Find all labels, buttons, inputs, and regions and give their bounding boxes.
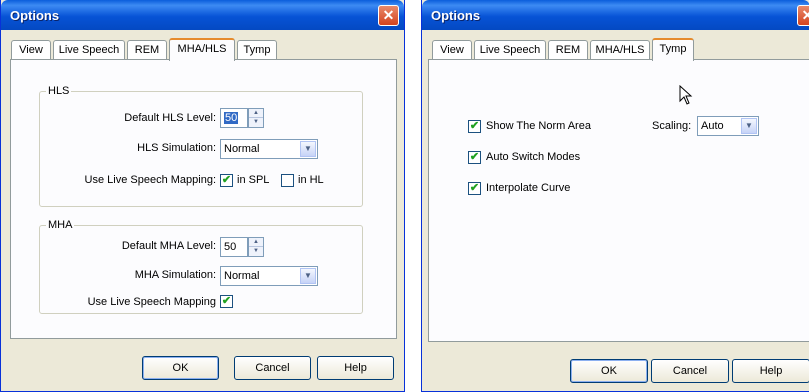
mha-simulation-label: MHA Simulation: [134, 269, 216, 281]
scaling-select[interactable]: Auto ▼ [697, 116, 759, 136]
window-title: Options [431, 8, 481, 23]
default-mha-level-input[interactable]: 50 [220, 237, 248, 257]
help-button[interactable]: Help [732, 359, 809, 383]
spin-up-icon[interactable]: ▲ [249, 238, 263, 247]
hls-live-speech-mapping-label: Use Live Speech Mapping: [84, 174, 216, 186]
in-hl-checkbox[interactable] [281, 174, 294, 187]
default-mha-level-spinner[interactable]: ▲ ▼ [248, 237, 264, 257]
check-icon: ✔ [469, 120, 480, 132]
hls-simulation-select[interactable]: Normal ▼ [220, 139, 318, 159]
close-button[interactable]: ✕ [378, 5, 399, 26]
close-icon: ✕ [801, 7, 809, 23]
default-mha-level-label: Default MHA Level: [121, 240, 216, 252]
close-icon: ✕ [382, 7, 395, 23]
cancel-button[interactable]: Cancel [234, 356, 311, 380]
dropdown-arrow-icon[interactable]: ▼ [300, 268, 316, 284]
auto-switch-modes-checkbox[interactable]: ✔ [468, 151, 481, 164]
hls-group-legend: HLS [46, 85, 72, 97]
default-hls-level-label: Default HLS Level: [124, 112, 216, 124]
default-hls-level-spinner[interactable]: ▲ ▼ [248, 108, 264, 128]
spin-down-icon[interactable]: ▼ [249, 247, 263, 256]
tab-view[interactable]: View [11, 40, 51, 60]
window-title: Options [10, 8, 60, 23]
hls-group: HLS Default HLS Level: 50 ▲ ▼ HLS Simula… [39, 85, 363, 207]
in-hl-label: in HL [298, 174, 324, 186]
tab-live-speech[interactable]: Live Speech [53, 40, 125, 60]
in-spl-label: in SPL [237, 174, 270, 186]
mha-group-legend: MHA [46, 219, 75, 231]
show-norm-area-checkbox[interactable]: ✔ [468, 120, 481, 133]
mha-simulation-select[interactable]: Normal ▼ [220, 266, 318, 286]
in-spl-checkbox[interactable]: ✔ [220, 174, 233, 187]
tab-tymp[interactable]: Tymp [652, 38, 694, 61]
tab-panel-mha-hls: HLS Default HLS Level: 50 ▲ ▼ HLS Simula… [10, 59, 397, 339]
check-icon: ✔ [221, 295, 232, 307]
interpolate-curve-checkbox[interactable]: ✔ [468, 182, 481, 195]
title-bar[interactable]: Options ✕ [1, 0, 404, 30]
mha-live-speech-mapping-checkbox[interactable]: ✔ [220, 295, 233, 308]
spin-down-icon[interactable]: ▼ [249, 118, 263, 127]
tab-live-speech[interactable]: Live Speech [474, 40, 546, 60]
ok-button[interactable]: OK [570, 359, 648, 383]
ok-button[interactable]: OK [142, 356, 219, 380]
cancel-button[interactable]: Cancel [651, 359, 729, 383]
scaling-label: Scaling: [652, 120, 692, 132]
title-bar[interactable]: Options ✕ [422, 0, 809, 30]
interpolate-curve-label: Interpolate Curve [486, 182, 571, 194]
check-icon: ✔ [221, 174, 232, 186]
help-button[interactable]: Help [317, 356, 394, 380]
tab-tymp[interactable]: Tymp [237, 40, 277, 60]
mha-group: MHA Default MHA Level: 50 ▲ ▼ MHA Simula… [39, 219, 363, 314]
tab-mha-hls[interactable]: MHA/HLS [590, 40, 650, 60]
check-icon: ✔ [469, 151, 480, 163]
hls-simulation-label: HLS Simulation: [137, 142, 216, 154]
dropdown-arrow-icon[interactable]: ▼ [741, 118, 757, 134]
mouse-pointer-icon [679, 85, 693, 105]
options-dialog-right: Options ✕ View Live Speech REM MHA/HLS T… [421, 0, 809, 392]
close-button[interactable]: ✕ [797, 5, 809, 26]
tab-panel-tymp: ✔ Show The Norm Area Scaling: Auto ▼ ✔ A… [428, 59, 809, 342]
tab-rem[interactable]: REM [548, 40, 588, 60]
check-icon: ✔ [469, 182, 480, 194]
dropdown-arrow-icon[interactable]: ▼ [300, 141, 316, 157]
tab-mha-hls[interactable]: MHA/HLS [169, 38, 235, 61]
show-norm-area-label: Show The Norm Area [486, 120, 591, 132]
auto-switch-modes-label: Auto Switch Modes [486, 151, 581, 163]
tab-rem[interactable]: REM [127, 40, 167, 60]
tab-view[interactable]: View [432, 40, 472, 60]
default-hls-level-input[interactable]: 50 [220, 108, 248, 128]
mha-live-speech-mapping-label: Use Live Speech Mapping [87, 296, 216, 308]
spin-up-icon[interactable]: ▲ [249, 109, 263, 118]
options-dialog-left: Options ✕ View Live Speech REM MHA/HLS T… [0, 0, 405, 392]
